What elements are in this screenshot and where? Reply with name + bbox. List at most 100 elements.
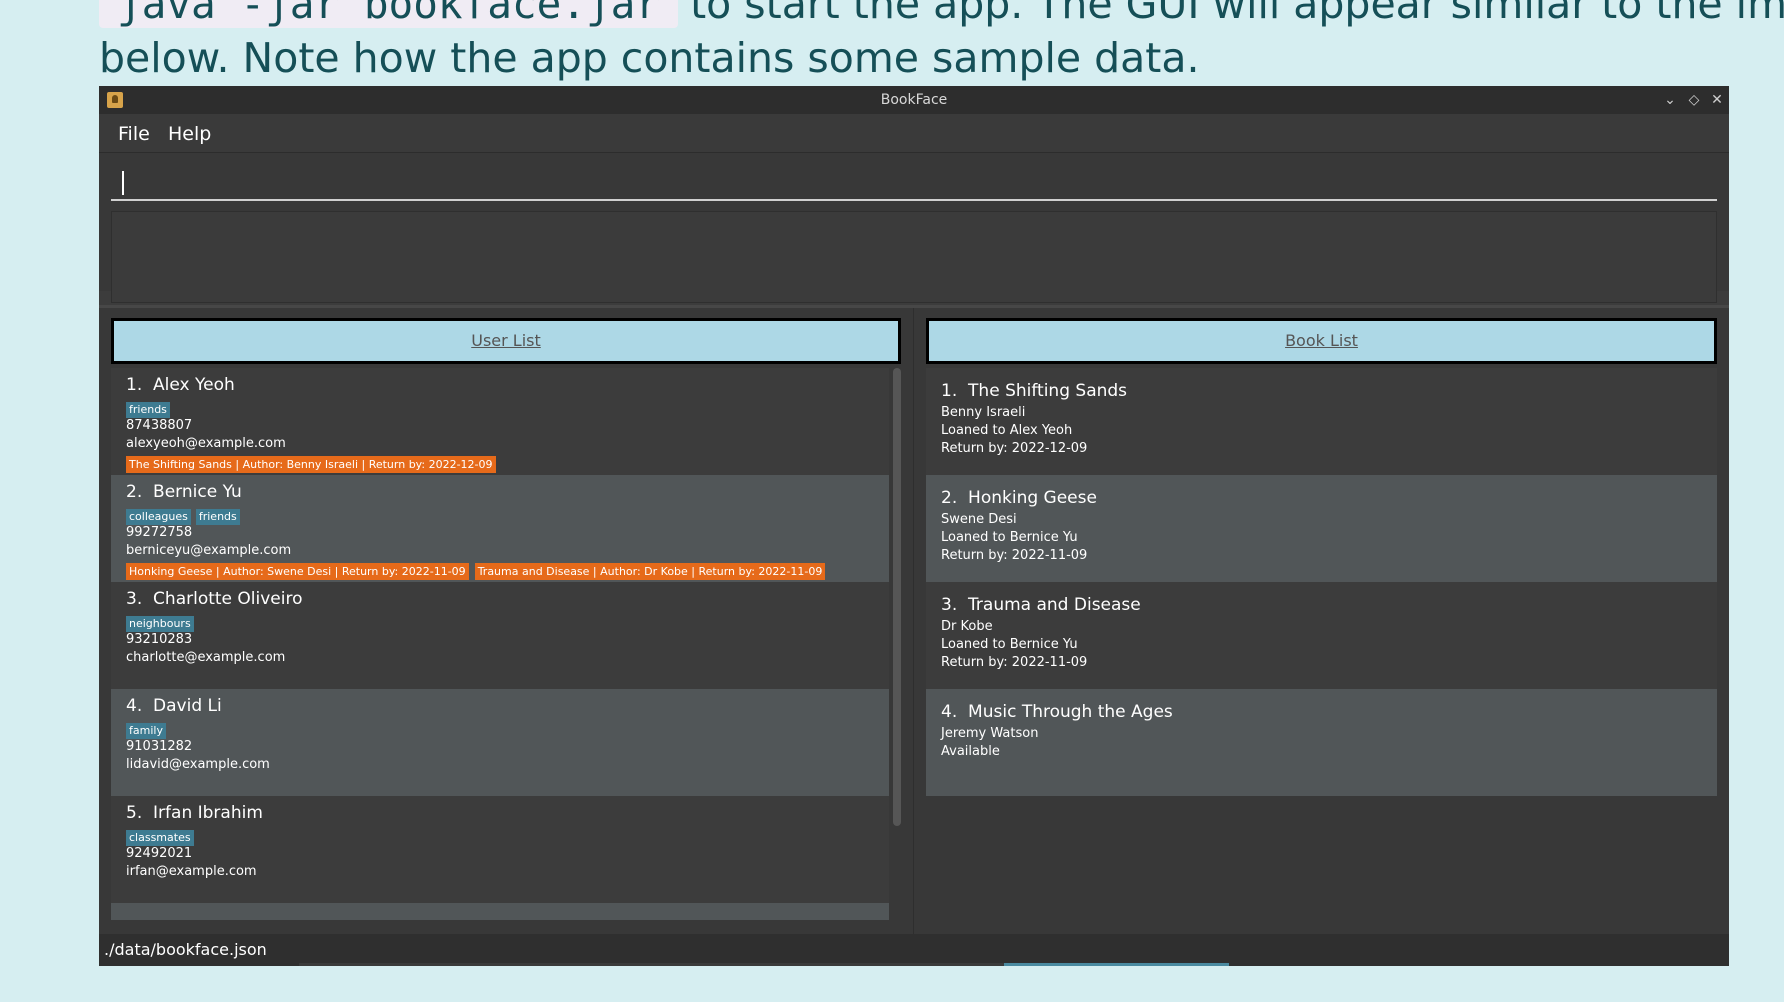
book-title-text: Trauma and Disease	[968, 595, 1141, 615]
book-card[interactable]: 3. Trauma and Disease Dr Kobe Loaned to Be…	[926, 582, 1717, 689]
user-name-text: Charlotte Oliveiro	[153, 589, 303, 609]
window-title: BookFace	[880, 92, 948, 108]
status-segment	[554, 963, 779, 966]
user-list-header[interactable]: User List	[111, 318, 901, 364]
user-tag: friends	[195, 509, 240, 525]
user-index: 5.	[126, 803, 143, 823]
user-card[interactable]: 5. Irfan Ibrahim classmates 92492021 irfan@…	[111, 796, 889, 903]
user-name-text: David Li	[153, 696, 222, 716]
user-card[interactable]: 2. Bernice Yu colleagues friends 99272758 be…	[111, 475, 889, 582]
book-author: Jeremy Watson	[941, 726, 1039, 741]
book-author: Dr Kobe	[941, 619, 993, 634]
minimize-icon[interactable]: ⌄	[1660, 90, 1680, 110]
loan-tag: Honking Geese | Author: Swene Desi | Ret…	[126, 563, 469, 580]
user-phone: 93210283	[126, 632, 193, 647]
user-email: charlotte@example.com	[126, 650, 286, 665]
user-email: lidavid@example.com	[126, 757, 270, 772]
app-window: BookFace ⌄ ◇ ✕ File Help User List 1. Al…	[99, 86, 1729, 966]
book-card[interactable]: 2. Honking Geese Swene Desi Loaned to Bern…	[926, 475, 1717, 582]
user-tags: colleagues friends	[126, 505, 874, 525]
user-name: 2. Bernice Yu	[126, 481, 874, 503]
book-card[interactable]: 1. The Shifting Sands Benny Israeli Loaned…	[926, 368, 1717, 475]
user-email: alexyeoh@example.com	[126, 436, 286, 451]
user-name-text: Irfan Ibrahim	[153, 803, 263, 823]
user-tags: neighbours	[126, 612, 874, 632]
loan-tag: The Shifting Sands | Author: Benny Israe…	[126, 456, 496, 473]
doc-instruction-line-1: java -jar bookface.jar to start the app. …	[99, 0, 1784, 28]
title-bar[interactable]: BookFace ⌄ ◇ ✕	[99, 86, 1729, 114]
user-name-text: Alex Yeoh	[153, 375, 235, 395]
user-tags: family	[126, 719, 874, 739]
book-title-text: Music Through the Ages	[968, 702, 1173, 722]
status-segment	[299, 963, 554, 966]
book-title-text: The Shifting Sands	[968, 381, 1128, 401]
user-tag: neighbours	[126, 616, 194, 632]
user-phone: 92492021	[126, 846, 193, 861]
user-tags: friends	[126, 398, 874, 418]
user-index: 4.	[126, 696, 143, 716]
user-tags: classmates	[126, 826, 874, 846]
book-list-header[interactable]: Book List	[926, 318, 1717, 364]
book-return-date: Return by: 2022-12-09	[941, 441, 1088, 456]
command-input[interactable]	[125, 167, 1709, 199]
user-card[interactable]	[111, 903, 889, 920]
user-tag: classmates	[126, 830, 194, 846]
book-status: Loaned to Bernice Yu	[941, 530, 1078, 545]
book-title: 2. Honking Geese	[941, 487, 1702, 509]
user-index: 1.	[126, 375, 143, 395]
book-status: Loaned to Bernice Yu	[941, 637, 1078, 652]
user-tag: family	[126, 723, 166, 739]
user-name: 1. Alex Yeoh	[126, 374, 874, 396]
menu-help[interactable]: Help	[168, 123, 211, 145]
book-author: Swene Desi	[941, 512, 1017, 527]
user-phone: 91031282	[126, 739, 193, 754]
command-area	[99, 153, 1729, 303]
user-loans: Honking Geese | Author: Swene Desi | Ret…	[126, 560, 874, 580]
code-snippet: java -jar bookface.jar	[99, 0, 679, 28]
user-phone: 99272758	[126, 525, 193, 540]
book-author: Benny Israeli	[941, 405, 1026, 420]
user-list[interactable]: 1. Alex Yeoh friends 87438807 alexyeoh@exam…	[111, 368, 889, 920]
book-status: Available	[941, 744, 1000, 759]
menu-bar: File Help	[99, 114, 1729, 153]
user-tag: colleagues	[126, 509, 191, 525]
book-list-panel: Book List 1. The Shifting Sands Benny Isr…	[914, 308, 1729, 934]
user-list-scrollbar-thumb[interactable]	[893, 368, 901, 826]
user-name-text: Bernice Yu	[153, 482, 242, 502]
doc-instruction-line-2: below. Note how the app contains some sa…	[99, 34, 1200, 82]
status-segment	[779, 963, 1004, 966]
close-icon[interactable]: ✕	[1707, 90, 1727, 110]
user-name: 4. David Li	[126, 695, 874, 717]
status-bar: ./data/bookface.json	[99, 934, 1729, 966]
status-segment	[1004, 963, 1229, 966]
user-index: 2.	[126, 482, 143, 502]
user-name: 5. Irfan Ibrahim	[126, 802, 874, 824]
book-list[interactable]: 1. The Shifting Sands Benny Israeli Loaned…	[926, 368, 1717, 928]
doc-line-1-text: to start the app. The GUI will appear si…	[690, 0, 1784, 28]
user-card[interactable]: 3. Charlotte Oliveiro neighbours 93210283 c…	[111, 582, 889, 689]
book-return-date: Return by: 2022-11-09	[941, 655, 1088, 670]
book-title: 4. Music Through the Ages	[941, 701, 1702, 723]
command-box[interactable]	[111, 163, 1717, 201]
book-title: 1. The Shifting Sands	[941, 380, 1702, 402]
user-card[interactable]: 4. David Li family 91031282 lidavid@example…	[111, 689, 889, 796]
book-card[interactable]: 4. Music Through the Ages Jeremy Watson Av…	[926, 689, 1717, 796]
user-tag: friends	[126, 402, 170, 418]
loan-tag: Trauma and Disease | Author: Dr Kobe | R…	[474, 563, 826, 580]
user-email: berniceyu@example.com	[126, 543, 292, 558]
user-card[interactable]: 1. Alex Yeoh friends 87438807 alexyeoh@exam…	[111, 368, 889, 475]
book-index: 4.	[941, 702, 958, 722]
book-status: Loaned to Alex Yeoh	[941, 423, 1073, 438]
book-title-text: Honking Geese	[968, 488, 1097, 508]
user-loans: The Shifting Sands | Author: Benny Israe…	[126, 453, 874, 473]
user-phone: 87438807	[126, 418, 193, 433]
menu-file[interactable]: File	[118, 123, 150, 145]
maximize-icon[interactable]: ◇	[1684, 90, 1704, 110]
user-name: 3. Charlotte Oliveiro	[126, 588, 874, 610]
data-file-path: ./data/bookface.json	[104, 940, 267, 959]
book-return-date: Return by: 2022-11-09	[941, 548, 1088, 563]
user-list-panel: User List 1. Alex Yeoh friends 87438807 ale…	[99, 308, 913, 934]
user-email: irfan@example.com	[126, 864, 257, 879]
result-display	[111, 211, 1717, 303]
text-caret	[122, 171, 124, 195]
